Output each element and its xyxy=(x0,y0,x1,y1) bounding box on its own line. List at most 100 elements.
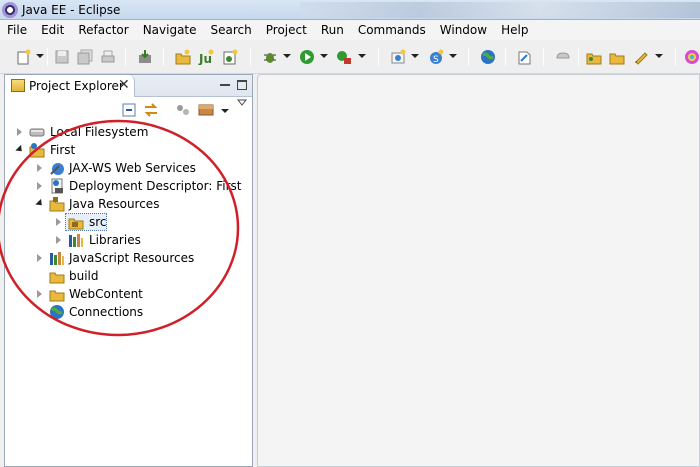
menu-bar: File Edit Refactor Navigate Search Proje… xyxy=(0,20,700,40)
tree-item-build[interactable]: build xyxy=(5,267,250,285)
save-all-icon[interactable] xyxy=(77,49,93,65)
collapse-toggle-icon[interactable] xyxy=(15,144,25,155)
menu-run[interactable]: Run xyxy=(314,23,351,37)
new-web-icon[interactable] xyxy=(390,49,406,65)
toolbar-separator xyxy=(468,48,469,66)
run-server-icon[interactable] xyxy=(336,49,352,65)
package-icon[interactable] xyxy=(198,102,214,118)
new-class-icon[interactable] xyxy=(222,49,238,65)
new-icon[interactable] xyxy=(16,49,32,65)
toolbar-separator xyxy=(250,48,251,66)
toolbar-separator xyxy=(163,48,164,66)
expand-toggle-icon[interactable] xyxy=(37,254,42,262)
editor-area xyxy=(257,74,700,467)
new-service-icon[interactable]: S xyxy=(428,49,444,65)
javascript-resources-icon xyxy=(50,252,64,265)
run-dropdown-icon[interactable] xyxy=(320,54,328,58)
link-with-editor-icon[interactable] xyxy=(143,102,159,118)
expand-toggle-icon[interactable] xyxy=(37,164,42,172)
run-server-dropdown-icon[interactable] xyxy=(358,54,366,58)
tree-item-java-resources[interactable]: Java Resources xyxy=(5,195,250,213)
expand-toggle-icon[interactable] xyxy=(37,182,42,190)
menu-project[interactable]: Project xyxy=(259,23,314,37)
tree-item-local-filesystem[interactable]: Local Filesystem xyxy=(5,123,250,141)
svg-text:S: S xyxy=(433,55,439,65)
folder-icon xyxy=(49,272,65,284)
open-type-icon[interactable] xyxy=(609,49,625,65)
toolbar-separator xyxy=(378,48,379,66)
title-bar-background xyxy=(300,2,700,18)
toolbar-separator xyxy=(125,48,126,66)
debug-dropdown-icon[interactable] xyxy=(283,54,291,58)
expand-toggle-icon[interactable] xyxy=(56,236,61,244)
project-explorer-panel: Project Explorer ✕ Local Filesystem Firs… xyxy=(4,74,253,467)
collapse-toggle-icon[interactable] xyxy=(35,198,45,209)
menu-search[interactable]: Search xyxy=(204,23,259,37)
toolbar-separator xyxy=(675,48,676,66)
eclipse-icon xyxy=(2,1,18,18)
toolbar-separator xyxy=(578,48,579,66)
connections-icon xyxy=(50,305,64,319)
title-bar: Java EE - Eclipse xyxy=(0,0,700,20)
menu-help[interactable]: Help xyxy=(494,23,535,37)
run-icon[interactable] xyxy=(299,49,315,65)
close-icon[interactable]: ✕ xyxy=(118,78,130,92)
new-web-dropdown-icon[interactable] xyxy=(411,54,419,58)
drive-icon xyxy=(29,128,45,137)
view-menu-dropdown-icon[interactable] xyxy=(221,109,229,113)
view-menu-icon[interactable] xyxy=(237,99,247,107)
minimize-icon[interactable] xyxy=(220,80,230,86)
project-explorer-icon xyxy=(11,79,25,92)
expand-toggle-icon[interactable] xyxy=(17,128,22,136)
deployment-descriptor-icon xyxy=(51,178,63,194)
panel-tab-bar: Project Explorer ✕ xyxy=(5,75,252,97)
menu-refactor[interactable]: Refactor xyxy=(71,23,135,37)
source-folder-icon xyxy=(68,218,84,230)
debug-icon[interactable] xyxy=(262,49,278,65)
toolbar-separator xyxy=(543,48,544,66)
main-toolbar: Ju S xyxy=(0,40,700,74)
tab-label: Project Explorer xyxy=(29,79,124,93)
menu-edit[interactable]: Edit xyxy=(34,23,71,37)
new-service-dropdown-icon[interactable] xyxy=(449,54,457,58)
java-resources-icon xyxy=(49,197,65,212)
import-icon[interactable] xyxy=(137,49,153,65)
print-icon[interactable] xyxy=(100,49,116,65)
view-toolbar xyxy=(5,97,252,123)
tree-item-javascript-resources[interactable]: JavaScript Resources xyxy=(5,249,250,267)
save-icon[interactable] xyxy=(54,49,70,65)
menu-window[interactable]: Window xyxy=(433,23,494,37)
tree-item-src[interactable]: src xyxy=(5,213,250,231)
web-project-icon xyxy=(29,143,45,158)
new-dropdown-icon[interactable] xyxy=(36,54,44,58)
search-file-icon[interactable] xyxy=(517,49,533,65)
tab-project-explorer[interactable]: Project Explorer ✕ xyxy=(5,75,135,97)
expand-toggle-icon[interactable] xyxy=(56,218,61,226)
tree-item-deployment-descriptor[interactable]: Deployment Descriptor: First xyxy=(5,177,250,195)
toolbar-separator xyxy=(47,48,48,66)
tree-item-connections[interactable]: Connections xyxy=(5,303,250,321)
collapse-all-icon[interactable] xyxy=(122,103,136,117)
open-folder-icon[interactable] xyxy=(586,49,602,65)
expand-toggle-icon[interactable] xyxy=(37,290,42,298)
tree-item-webcontent[interactable]: WebContent xyxy=(5,285,250,303)
perspective-icon[interactable] xyxy=(684,49,700,65)
web-services-icon xyxy=(50,163,64,175)
folder-icon xyxy=(49,290,65,302)
menu-file[interactable]: File xyxy=(0,23,34,37)
menu-commands[interactable]: Commands xyxy=(351,23,433,37)
pen-dropdown-icon[interactable] xyxy=(655,54,663,58)
globe-icon[interactable] xyxy=(480,49,496,65)
tree-item-libraries[interactable]: Libraries xyxy=(5,231,250,249)
open-task-icon[interactable] xyxy=(555,49,571,65)
window-title: Java EE - Eclipse xyxy=(22,2,121,17)
pen-icon[interactable] xyxy=(633,49,649,65)
menu-navigate[interactable]: Navigate xyxy=(136,23,204,37)
filter-icon[interactable] xyxy=(175,102,191,118)
new-project-icon[interactable] xyxy=(175,49,191,65)
maximize-icon[interactable] xyxy=(237,80,247,90)
tree-item-first[interactable]: First xyxy=(5,141,250,159)
toolbar-separator xyxy=(505,48,506,66)
new-junit-icon[interactable]: Ju xyxy=(198,49,214,65)
tree-item-jax-ws-web-services[interactable]: JAX-WS Web Services xyxy=(5,159,250,177)
